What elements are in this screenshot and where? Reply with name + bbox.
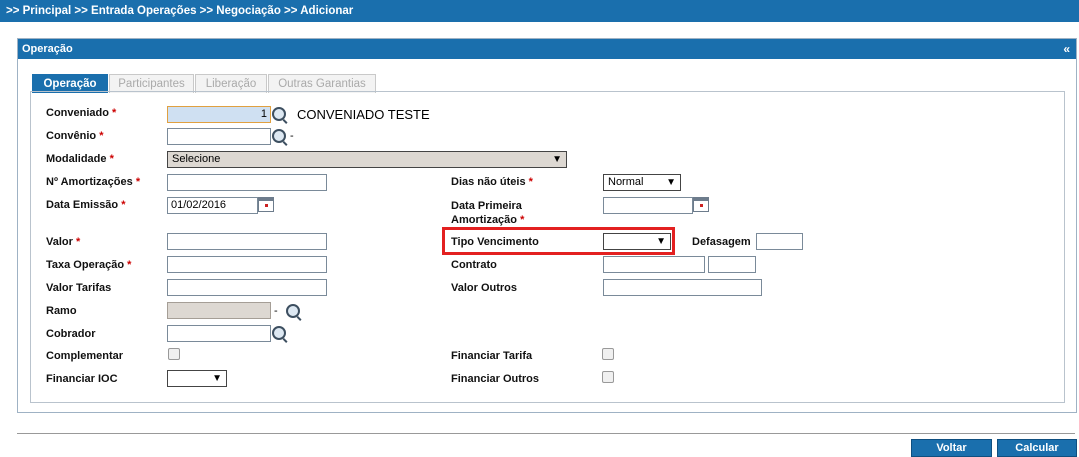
n-amortizacoes-label: Nº Amortizações *: [46, 176, 141, 188]
calendar-icon[interactable]: [693, 197, 709, 212]
convenio-input[interactable]: [167, 128, 271, 145]
cobrador-label: Cobrador: [46, 328, 96, 340]
dias-nao-uteis-label: Dias não úteis *: [451, 176, 533, 188]
cobrador-search-icon[interactable]: [272, 326, 286, 340]
tipo-vencimento-select[interactable]: ▼: [603, 233, 671, 250]
financiar-tarifa-checkbox[interactable]: [602, 348, 614, 360]
panel-header: Operação «: [18, 39, 1076, 59]
taxa-operacao-label: Taxa Operação *: [46, 259, 132, 271]
valor-tarifas-label: Valor Tarifas: [46, 282, 112, 294]
footer-divider: [17, 433, 1075, 434]
defasagem-label: Defasagem: [692, 236, 751, 248]
complementar-label: Complementar: [46, 350, 124, 362]
ramo-search-icon[interactable]: [286, 304, 300, 318]
valor-outros-input[interactable]: [603, 279, 762, 296]
dias-nao-uteis-select[interactable]: Normal ▼: [603, 174, 681, 191]
conveniado-input[interactable]: 1: [167, 106, 271, 123]
convenio-suffix: -: [290, 130, 294, 142]
voltar-button[interactable]: Voltar: [911, 439, 992, 457]
collapse-icon[interactable]: «: [1063, 39, 1070, 59]
dias-nao-uteis-value: Normal: [608, 176, 644, 188]
ramo-label: Ramo: [46, 305, 77, 317]
chevron-down-icon: ▼: [212, 373, 222, 384]
data-emissao-label: Data Emissão *: [46, 199, 126, 211]
conveniado-name: CONVENIADO TESTE: [297, 107, 430, 122]
complementar-checkbox[interactable]: [168, 348, 180, 360]
contrato-label: Contrato: [451, 259, 497, 271]
financiar-ioc-select[interactable]: ▼: [167, 370, 227, 387]
cobrador-input[interactable]: [167, 325, 271, 342]
modalidade-select[interactable]: Selecione ▼: [167, 151, 567, 168]
breadcrumb[interactable]: >> Principal >> Entrada Operações >> Neg…: [6, 5, 353, 17]
chevron-down-icon: ▼: [656, 236, 666, 247]
taxa-operacao-input[interactable]: [167, 256, 327, 273]
calcular-button[interactable]: Calcular: [997, 439, 1077, 457]
valor-label: Valor *: [46, 236, 81, 248]
conveniado-search-icon[interactable]: [272, 107, 286, 121]
convenio-label: Convênio *: [46, 130, 104, 142]
conveniado-label: Conveniado *: [46, 107, 117, 119]
convenio-search-icon[interactable]: [272, 129, 286, 143]
chevron-down-icon: ▼: [552, 154, 562, 165]
data-emissao-input[interactable]: 01/02/2016: [167, 197, 258, 214]
defasagem-input[interactable]: [756, 233, 803, 250]
panel-title: Operação: [22, 43, 73, 55]
financiar-ioc-label: Financiar IOC: [46, 373, 118, 385]
tipo-vencimento-label: Tipo Vencimento: [451, 236, 539, 248]
modalidade-value: Selecione: [172, 153, 221, 165]
calendar-icon[interactable]: [258, 197, 274, 212]
data-primeira-amortizacao-input[interactable]: [603, 197, 693, 214]
ramo-input[interactable]: [167, 302, 271, 319]
n-amortizacoes-input[interactable]: [167, 174, 327, 191]
financiar-outros-checkbox[interactable]: [602, 371, 614, 383]
contrato-input-2[interactable]: [708, 256, 756, 273]
valor-outros-label: Valor Outros: [451, 282, 518, 294]
contrato-input[interactable]: [603, 256, 705, 273]
data-primeira-amortizacao-label: Data Primeira Amortização *: [451, 200, 525, 226]
chevron-down-icon: ▼: [666, 177, 676, 188]
financiar-tarifa-label: Financiar Tarifa: [451, 350, 533, 362]
ramo-suffix: -: [274, 305, 278, 317]
breadcrumb-bar: >> Principal >> Entrada Operações >> Neg…: [0, 0, 1079, 22]
valor-input[interactable]: [167, 233, 327, 250]
valor-tarifas-input[interactable]: [167, 279, 327, 296]
financiar-outros-label: Financiar Outros: [451, 373, 540, 385]
modalidade-label: Modalidade *: [46, 153, 114, 165]
